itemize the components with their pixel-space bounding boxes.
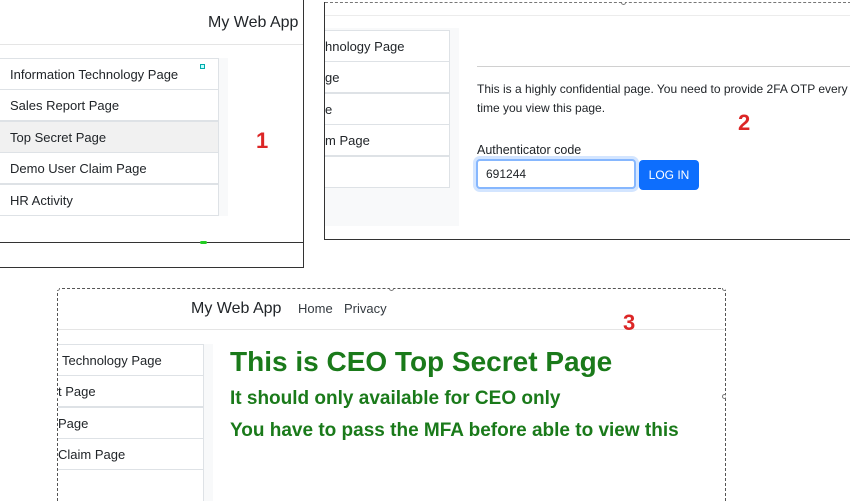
login-button[interactable]: LOG IN [639, 160, 699, 190]
screenshot-panel-3: My Web App Home Privacy Technology Page … [57, 288, 726, 501]
confidential-message: This is a highly confidential page. You … [477, 82, 848, 96]
sidebar-item-label: Top Secret Page [10, 129, 107, 145]
brand-link[interactable]: My Web App [208, 14, 298, 32]
sidebar-item-label: HR Activity [10, 192, 73, 208]
sidebar-item-hr-activity[interactable] [325, 156, 450, 188]
sidebar-item-demo-user-claim[interactable]: Claim Page [58, 438, 204, 470]
sidebar-item-sales-report[interactable]: ge [325, 61, 450, 93]
nav-privacy-link[interactable]: Privacy [344, 301, 387, 316]
sidebar-item-top-secret[interactable]: Page [58, 407, 204, 439]
sidebar-item-sales-report[interactable]: Sales Report Page [0, 89, 219, 121]
sidebar-item-information-technology[interactable]: Technology Page [58, 344, 204, 376]
sidebar-item-demo-user-claim[interactable]: m Page [325, 124, 450, 156]
page-subheading-1: It should only available for CEO only [230, 388, 561, 409]
screenshot-panel-1: My Web App Information Technology Page S… [0, 0, 304, 268]
nav-home-link[interactable]: Home [298, 301, 333, 316]
authenticator-code-input[interactable] [476, 159, 636, 189]
resize-handle-icon [200, 241, 207, 244]
step-number-2: 2 [738, 110, 751, 135]
page-subheading-2: You have to pass the MFA before able to … [230, 420, 679, 441]
sidebar-item-label: m Page [325, 132, 370, 148]
screenshot-panel-2: hnology Page ge e m Page This is a highl… [324, 2, 850, 240]
sidebar-item-label: Claim Page [58, 446, 126, 462]
step-number-1: 1 [256, 128, 269, 153]
page-heading: This is CEO Top Secret Page [230, 346, 613, 377]
frame-handle-icon [722, 394, 726, 399]
sidebar-item-information-technology[interactable]: Information Technology Page [0, 58, 219, 90]
sidebar-item-top-secret[interactable]: e [325, 93, 450, 125]
authenticator-code-label: Authenticator code [477, 143, 582, 157]
content-divider [477, 66, 850, 67]
sidebar-item-label: Demo User Claim Page [10, 160, 147, 176]
sidebar-item-label: Page [58, 415, 89, 431]
step-number-3: 3 [623, 310, 636, 335]
sidebar-item-label: Sales Report Page [10, 97, 120, 113]
sidebar-item-label: t Page [58, 383, 96, 399]
sidebar-item-label: Technology Page [62, 352, 162, 368]
divider-line [0, 242, 303, 243]
sidebar-item-top-secret[interactable]: Top Secret Page [0, 121, 219, 153]
sidebar-item-information-technology[interactable]: hnology Page [325, 30, 450, 62]
brand-link[interactable]: My Web App [191, 300, 281, 318]
sidebar-item-label: e [325, 101, 333, 117]
sidebar-item-demo-user-claim[interactable]: Demo User Claim Page [0, 152, 219, 184]
sidebar-item-sales-report[interactable]: t Page [58, 375, 204, 407]
sidebar-item-label: ge [325, 69, 340, 85]
sidebar-item-hr-activity[interactable]: HR Activity [0, 184, 219, 216]
login-button-label: LOG IN [648, 168, 690, 182]
sidebar-item-label: Information Technology Page [10, 66, 179, 82]
top-frame-line [325, 2, 850, 16]
selection-handle-icon [200, 64, 205, 69]
sidebar-item-label: hnology Page [325, 38, 405, 54]
sidebar-item-hr-activity[interactable] [58, 469, 204, 501]
confidential-message-cont: time you view this page. [477, 101, 606, 115]
